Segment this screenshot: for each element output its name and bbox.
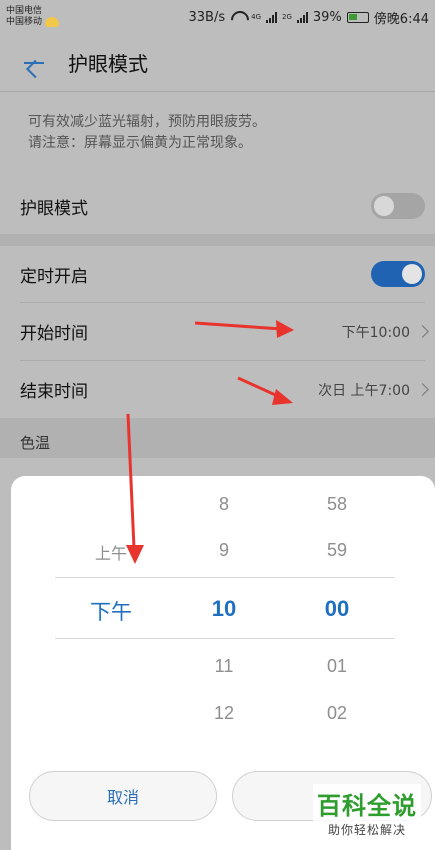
eye-mode-row[interactable]: 护眼模式	[0, 178, 435, 234]
picker-hour-option[interactable]: 9	[174, 540, 274, 561]
picker-hour-option[interactable]: 11	[174, 656, 274, 677]
schedule-row[interactable]: 定时开启	[0, 246, 435, 302]
picker-selection-bottom-line	[55, 638, 395, 639]
eye-mode-toggle[interactable]	[371, 193, 425, 219]
net-type-2: 2G	[282, 12, 292, 21]
battery-icon	[346, 11, 369, 23]
section-gap	[0, 234, 435, 246]
wifi-icon	[230, 11, 246, 23]
battery-percent: 39%	[312, 9, 342, 25]
chevron-right-icon	[416, 383, 429, 396]
schedule-toggle[interactable]	[371, 261, 425, 287]
clock: 傍晚6:44	[373, 11, 429, 27]
toggle-knob	[402, 264, 422, 284]
picker-period-selected[interactable]: 下午	[61, 596, 161, 626]
page-title: 护眼模式	[68, 52, 148, 76]
picker-period-option[interactable]: 上午	[61, 540, 161, 564]
status-indicators: 33B/s 4G 2G 39% 傍晚6:44	[188, 8, 429, 27]
app-header: 护眼模式	[0, 34, 435, 92]
start-time-value: 下午10:00	[342, 322, 429, 342]
end-time-value: 次日 上午7:00	[318, 380, 429, 400]
carrier-2: 中国移动	[6, 17, 43, 27]
start-time-row[interactable]: 开始时间 下午10:00	[0, 303, 435, 360]
end-time-row[interactable]: 结束时间 次日 上午7:00	[0, 361, 435, 418]
watermark-sub: 助你轻松解决	[327, 823, 406, 837]
watermark-main: 百科全说	[317, 792, 417, 820]
picker-minute-option[interactable]: 01	[287, 656, 387, 677]
picker-hour-option[interactable]: 12	[174, 703, 274, 724]
carrier-1: 中国电信	[6, 6, 43, 16]
picker-minute-option[interactable]: 59	[287, 540, 387, 561]
toggle-knob	[374, 196, 394, 216]
description-line-1: 可有效减少蓝光辐射，预防用眼疲劳。	[28, 114, 266, 130]
picker-selection-top-line	[55, 577, 395, 578]
signal-icon	[266, 11, 277, 23]
end-time-label: 结束时间	[20, 382, 88, 402]
description-line-2: 请注意：屏幕显示偏黄为正常现象。	[28, 135, 252, 151]
picker-minute-option[interactable]: 58	[287, 494, 387, 515]
net-type-1: 4G	[251, 12, 261, 21]
section-label-color-temp: 色温	[20, 434, 51, 452]
cancel-button[interactable]: 取消	[29, 771, 217, 821]
network-speed: 33B/s	[188, 9, 226, 25]
status-bar: 中国电信 中国移动 33B/s 4G 2G 39% 傍晚6:44	[0, 0, 435, 34]
picker-minute-selected[interactable]: 00	[287, 596, 387, 622]
notification-emoji-icon	[45, 17, 60, 27]
picker-hour-option[interactable]: 8	[174, 494, 274, 515]
carrier-info: 中国电信 中国移动	[6, 6, 42, 28]
color-temp-section	[0, 418, 435, 458]
description: 可有效减少蓝光辐射，预防用眼疲劳。 请注意：屏幕显示偏黄为正常现象。	[28, 112, 266, 154]
schedule-label: 定时开启	[20, 266, 88, 287]
signal-icon-2	[296, 11, 308, 23]
chevron-right-icon	[416, 325, 429, 338]
picker-hour-selected[interactable]: 10	[174, 596, 274, 622]
watermark-logo: 百科全说 助你轻松解决	[313, 784, 421, 840]
picker-minute-option[interactable]: 02	[287, 703, 387, 724]
back-arrow-icon[interactable]	[18, 48, 48, 78]
eye-mode-label: 护眼模式	[20, 198, 88, 219]
start-time-label: 开始时间	[20, 324, 88, 344]
